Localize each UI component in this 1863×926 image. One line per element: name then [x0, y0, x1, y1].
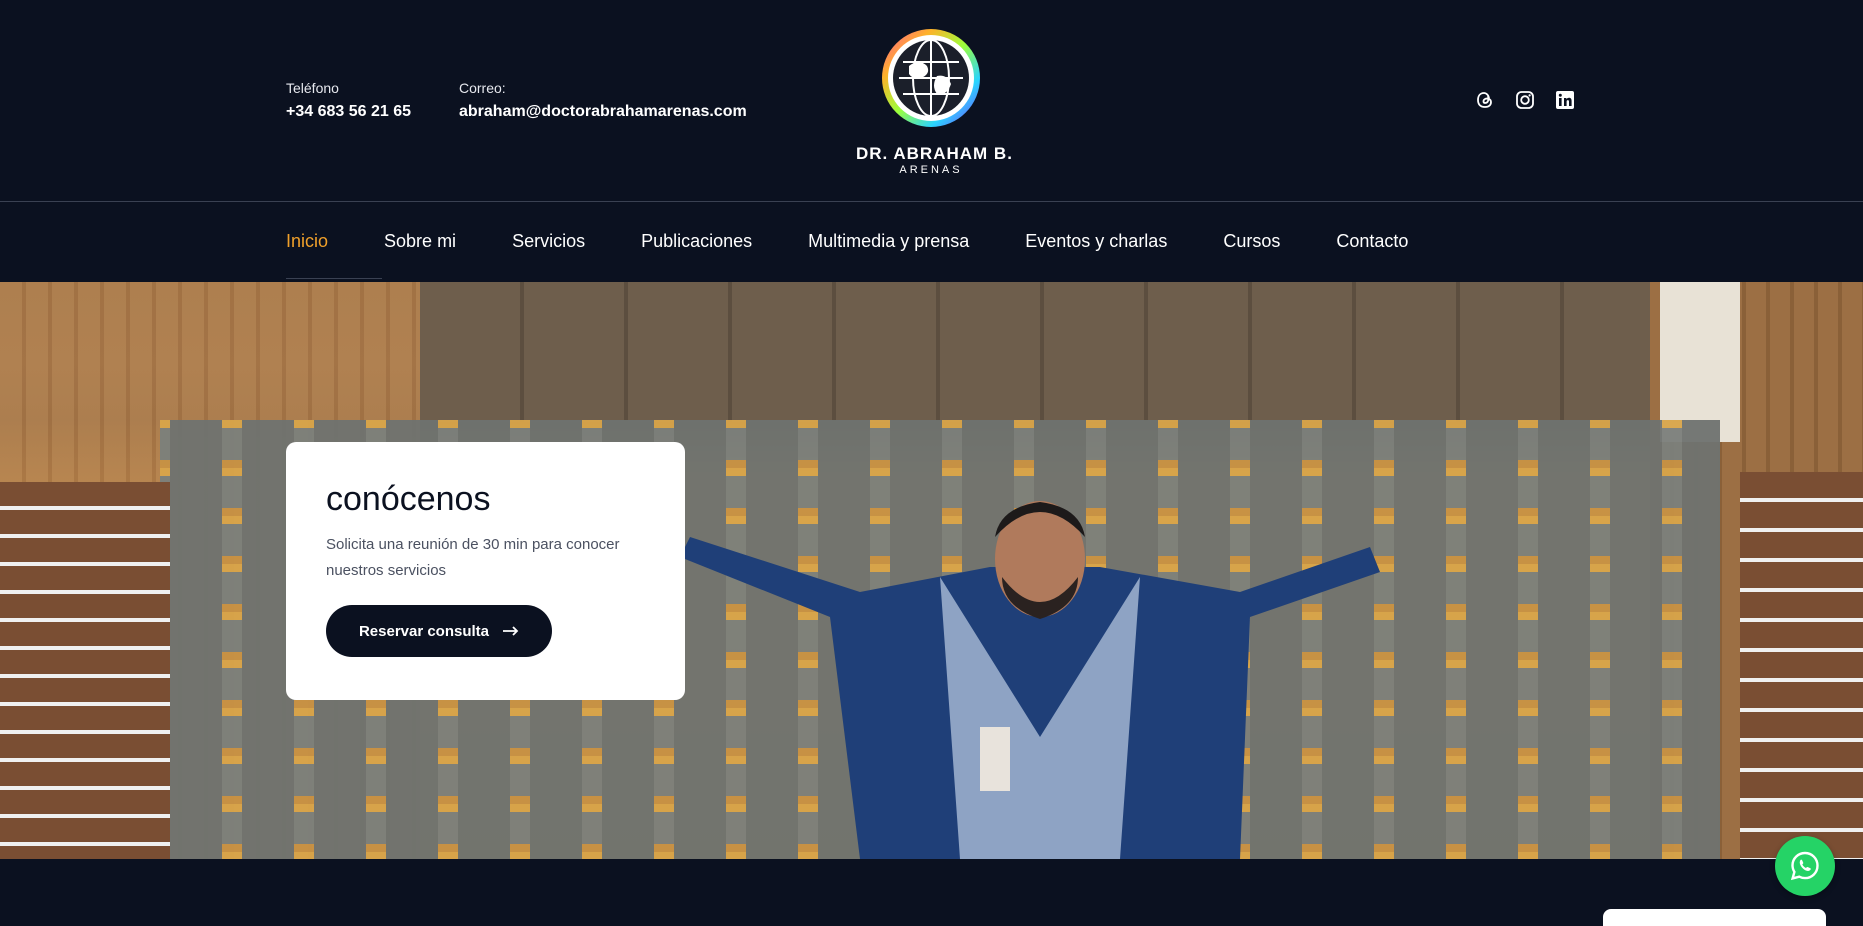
- email-label: Correo:: [459, 80, 506, 96]
- social-links: [1475, 90, 1575, 110]
- threads-icon[interactable]: [1475, 90, 1495, 110]
- nav-item-sobre-mi[interactable]: Sobre mi: [384, 231, 456, 252]
- phone-label: Teléfono: [286, 80, 339, 96]
- hero-photo-backwall: [420, 282, 1650, 422]
- phone-contact[interactable]: Teléfono +34 683 56 21 65: [286, 80, 411, 121]
- email-contact[interactable]: Correo: abraham@doctorabrahamarenas.com: [459, 80, 747, 121]
- hero-photo-window: [1660, 282, 1740, 442]
- book-consultation-label: Reservar consulta: [358, 622, 490, 640]
- hero-photo-stairs: [0, 482, 170, 859]
- phone-value[interactable]: +34 683 56 21 65: [286, 103, 411, 121]
- nav-item-eventos[interactable]: Eventos y charlas: [1025, 231, 1167, 252]
- whatsapp-button[interactable]: [1775, 836, 1835, 896]
- hero-photo-person: [680, 501, 1380, 859]
- arrow-right-icon: [503, 623, 519, 640]
- hero-card: conócenos Solicita una reunión de 30 min…: [286, 442, 685, 700]
- hero-banner: conócenos Solicita una reunión de 30 min…: [0, 282, 1863, 859]
- email-value[interactable]: abraham@doctorabrahamarenas.com: [459, 103, 747, 121]
- nav-item-servicios[interactable]: Servicios: [512, 231, 585, 252]
- site-logo[interactable]: DR. ABRAHAM B. ARENAS: [856, 26, 1013, 176]
- logo-subtitle: ARENAS: [899, 164, 963, 176]
- nav-item-contacto[interactable]: Contacto: [1336, 231, 1408, 252]
- site-header: Teléfono +34 683 56 21 65 Correo: abraha…: [0, 0, 1863, 202]
- hero-card-title: conócenos: [326, 480, 491, 518]
- whatsapp-icon: [1790, 851, 1819, 881]
- instagram-icon[interactable]: [1515, 90, 1535, 110]
- globe-logo-icon: [882, 29, 980, 127]
- nav-item-cursos[interactable]: Cursos: [1223, 231, 1280, 252]
- book-consultation-button[interactable]: Reservar consulta: [326, 605, 552, 657]
- nav-item-inicio[interactable]: Inicio: [286, 231, 383, 279]
- nav-item-multimedia[interactable]: Multimedia y prensa: [808, 231, 969, 252]
- hero-card-text: Solicita una reunión de 30 min para cono…: [326, 536, 620, 579]
- main-nav: Inicio Sobre mi Servicios Publicaciones …: [0, 203, 1863, 282]
- logo-name: DR. ABRAHAM B.: [856, 144, 1013, 163]
- nav-item-publicaciones[interactable]: Publicaciones: [641, 231, 752, 252]
- hero-photo-stairs-right: [1740, 472, 1863, 859]
- chat-widget-panel[interactable]: [1603, 909, 1826, 926]
- linkedin-icon[interactable]: [1555, 90, 1575, 110]
